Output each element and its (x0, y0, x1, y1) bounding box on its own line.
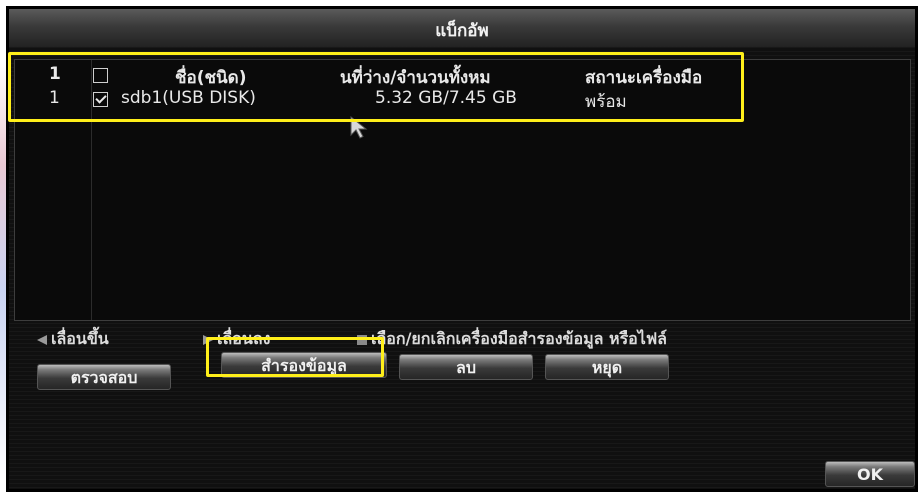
select-toggle-hint: เลือก/ยกเลิกเครื่องมือสำรองข้อมูล หรือไฟ… (357, 327, 667, 352)
screenshot-frame: แบ็กอัพ 1 ชื่อ(ชนิด) นที่ว่าง/จำนวนทั้งห… (0, 0, 924, 497)
backup-button-highlight (206, 337, 384, 377)
navigation-hints: เลื่อนขึ้น เลื่อนลง เลือก/ยกเลิกเครื่องม… (9, 327, 915, 351)
stop-button[interactable]: หยุด (545, 354, 669, 380)
ok-button[interactable]: OK (825, 461, 915, 487)
title-bar: แบ็กอัพ (9, 9, 915, 47)
select-hint-label: เลือก/ยกเลิกเครื่องมือสำรองข้อมูล หรือไฟ… (371, 329, 667, 348)
scroll-up-icon (37, 334, 47, 345)
scroll-up-label: เลื่อนขึ้น (51, 329, 109, 348)
dialog-title: แบ็กอัพ (435, 21, 489, 41)
scroll-up-control[interactable]: เลื่อนขึ้น (37, 327, 109, 352)
delete-button[interactable]: ลบ (399, 354, 533, 380)
check-button[interactable]: ตรวจสอบ (37, 364, 171, 390)
device-list-highlight (8, 52, 744, 122)
